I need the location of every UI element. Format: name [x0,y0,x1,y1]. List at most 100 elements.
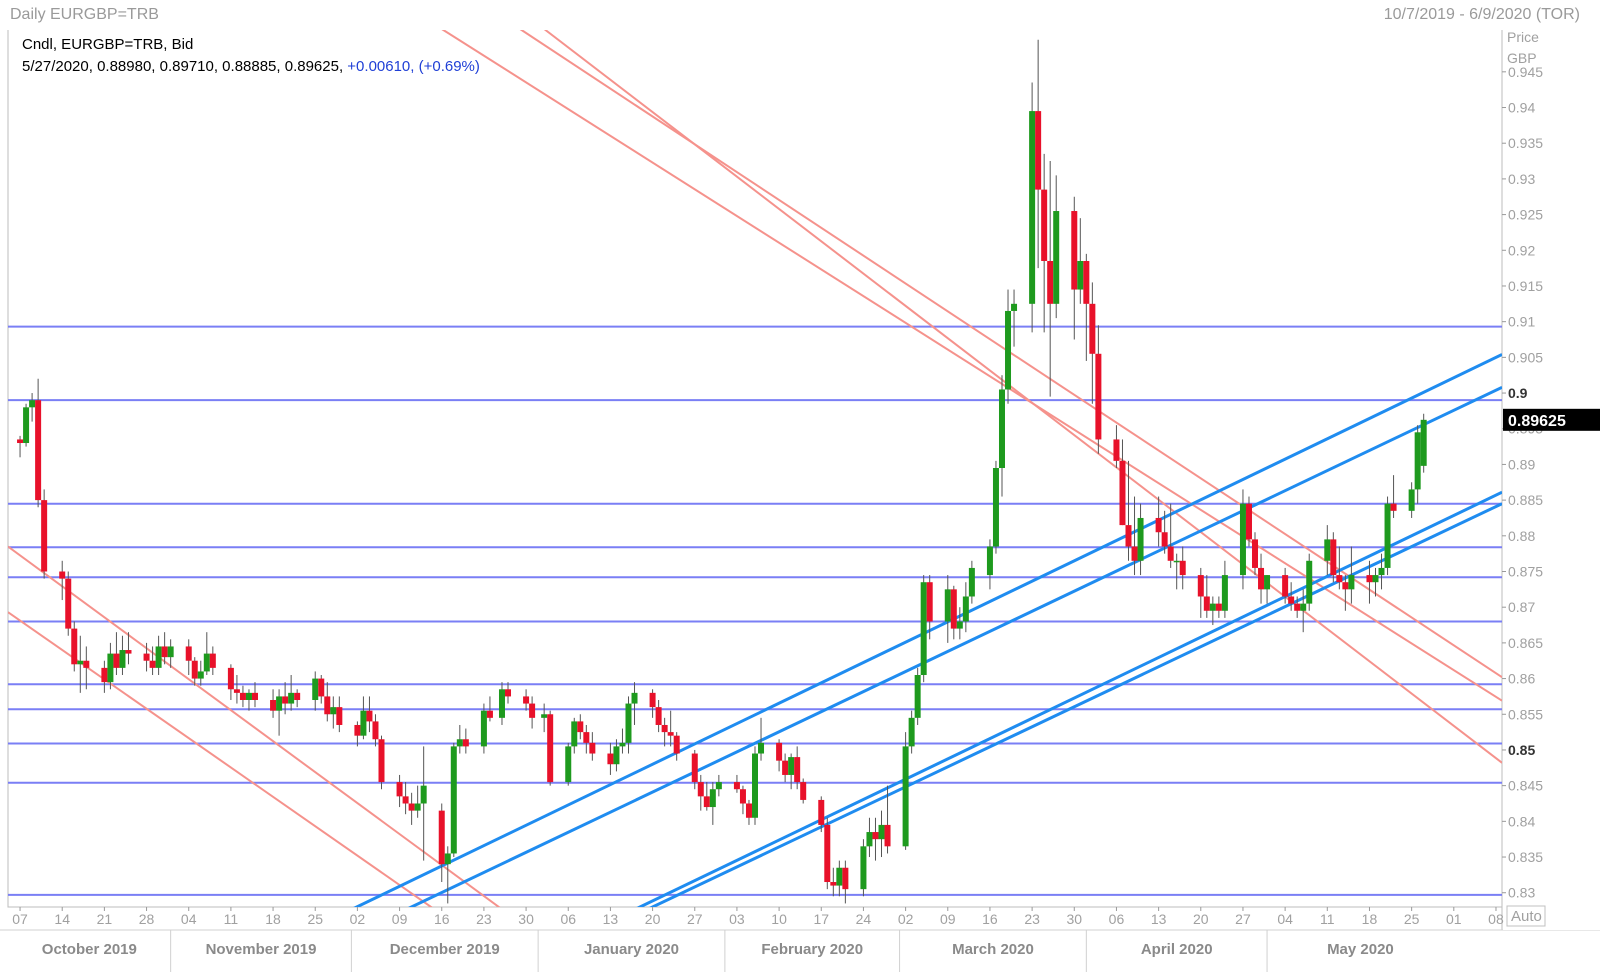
candle-down [191,660,198,679]
candle-up [1378,567,1385,576]
candle-down [703,796,710,808]
candle-up [709,789,716,808]
y-tick-label: 0.945 [1508,64,1543,80]
candle-down [1119,460,1126,526]
x-tick-label: 16 [434,911,450,927]
x-tick-label: 17 [813,911,829,927]
x-tick-label: 25 [1404,911,1420,927]
candle-down [667,732,674,736]
candle-down [1336,575,1343,583]
candle-up [758,742,765,754]
candle-down [408,803,415,811]
candle-up [1029,111,1036,304]
x-tick-label: 08 [1488,911,1504,927]
month-label: December 2019 [390,941,500,958]
candle-down [336,707,343,725]
candle-up [360,710,367,736]
candle-down [233,689,240,693]
candle-up [613,746,620,765]
candle-up [968,567,975,597]
y-tick-label: 0.85 [1508,742,1535,758]
candle-down [1342,582,1349,590]
candle-up [312,678,319,700]
candle-up [1264,575,1271,590]
candle-up [444,853,451,865]
candle-down [1089,303,1096,354]
x-tick-label: 18 [265,911,281,927]
candle-down [583,732,590,743]
x-tick-label: 16 [982,911,998,927]
candle-down [65,578,72,629]
candle-down [251,692,258,700]
candle-down [318,678,325,697]
candle-up [878,824,885,840]
y-tick-label: 0.86 [1508,671,1535,687]
ohlc-readout: 5/27/2020, 0.88980, 0.89710, 0.88885, 0.… [22,58,480,75]
candle-up [420,785,427,804]
candle-up [1239,503,1246,576]
y-tick-label: 0.91 [1508,314,1535,330]
candle-up [456,739,463,747]
x-tick-label: 02 [898,911,914,927]
candle-down [438,810,445,865]
candle-down [1294,603,1301,611]
candle-down [697,782,704,797]
candle-down [842,867,849,890]
x-tick-label: 09 [940,911,956,927]
current-price-label: 0.89625 [1508,413,1566,430]
candle-up [866,832,873,847]
candle-down [1047,260,1054,304]
candle-down [239,692,246,700]
month-label: March 2020 [952,941,1034,958]
candle-up [450,746,457,854]
candle-up [944,589,951,622]
candle-down [71,628,78,665]
x-tick-label: 24 [856,911,872,927]
candle-up [1011,303,1018,311]
candle-down [1125,525,1132,547]
candle-up [914,675,921,718]
candle-down [505,689,512,697]
candle-up [23,407,30,444]
candle-down [1179,560,1186,576]
candle-down [607,753,614,765]
x-tick-label: 04 [1277,911,1293,927]
candle-up [565,746,572,783]
y-tick-label: 0.92 [1508,242,1535,258]
candle-up [480,710,487,747]
chart-date-range: 10/7/2019 - 6/9/2020 (TOR) [1383,6,1580,23]
x-tick-label: 28 [139,911,155,927]
candle-down [1245,503,1252,540]
x-tick-label: 03 [729,911,745,927]
candle-up [860,846,867,890]
x-tick-label: 04 [181,911,197,927]
x-tick-label: 11 [1320,911,1335,927]
x-tick-label: 09 [392,911,408,927]
candle-down [185,646,192,661]
candle-up [571,721,578,747]
candle-down [800,782,807,800]
candle-up [908,717,915,747]
candle-down [733,782,740,790]
candle-up [1384,503,1391,568]
candle-down [1258,567,1265,590]
candle-up [836,867,843,886]
candle-down [830,882,837,886]
candle-down [1071,211,1078,290]
candlestick-chart: PriceGBP0.830.8350.840.8450.850.8550.860… [0,0,1600,972]
candle-down [1041,189,1048,261]
candle-down [1282,575,1289,597]
y-tick-label: 0.93 [1508,171,1535,187]
candle-down [149,660,156,668]
candle-down [396,782,403,797]
candle-down [782,760,789,775]
x-tick-label: 21 [97,911,113,927]
price-change: +0.00610, (+0.69%) [347,58,480,75]
candle-down [1167,546,1174,561]
y-tick-label: 0.855 [1508,706,1543,722]
candle-down [59,571,66,579]
candle-down [1131,546,1138,561]
candle-up [1348,575,1355,590]
y-tick-label: 0.88 [1508,528,1535,544]
candle-down [884,824,891,847]
